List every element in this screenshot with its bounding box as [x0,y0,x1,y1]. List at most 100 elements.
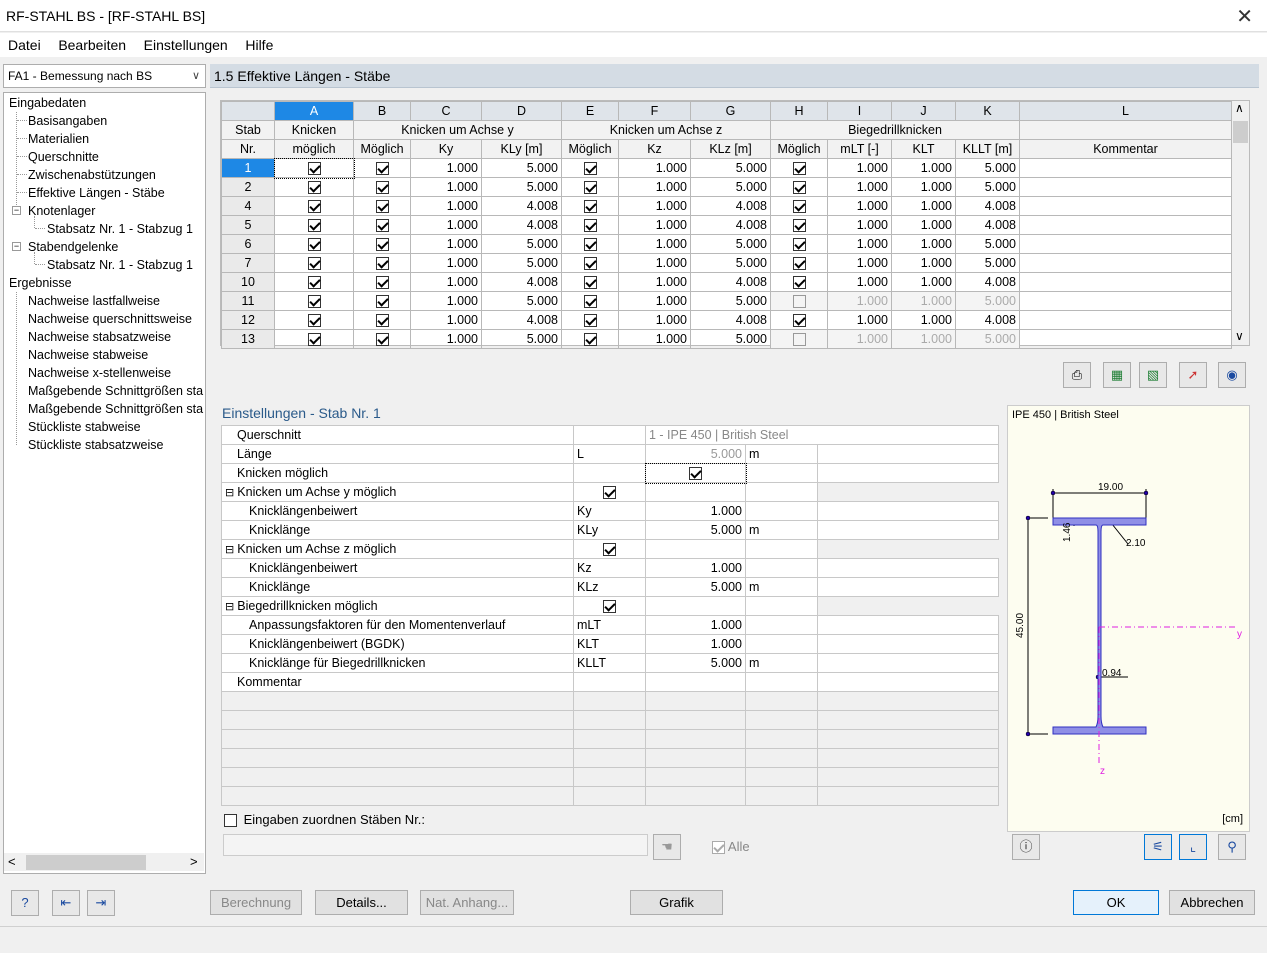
settings-value[interactable] [573,482,646,502]
cell-mlt[interactable]: 1.000 [827,329,892,349]
cell-knicken-moeglich[interactable] [274,234,354,254]
cell-kly[interactable]: 5.000 [481,234,562,254]
cell-kllt[interactable]: 4.008 [955,272,1020,292]
cell-kllt[interactable]: 5.000 [955,234,1020,254]
checkbox[interactable] [792,181,806,195]
settings-value[interactable]: 1.000 [645,558,746,578]
tree-item-result[interactable]: Stückliste stabsatzweise [28,438,163,452]
checkbox[interactable] [792,238,806,252]
assign-members-input[interactable] [223,834,648,856]
cell-kllt[interactable]: 5.000 [955,329,1020,349]
checkbox[interactable] [583,276,597,290]
checkbox[interactable] [375,314,389,328]
cell-z-moeglich[interactable] [561,291,619,311]
collapse-icon[interactable]: − [12,242,21,251]
collapse-icon[interactable]: ⊟ [225,487,237,499]
col-letter[interactable]: J [891,101,956,121]
cell-kly[interactable]: 4.008 [481,310,562,330]
cell-bgdk-moeglich[interactable] [770,234,828,254]
checkbox[interactable] [583,219,597,233]
excel-export-icon[interactable]: ▦ [1103,362,1131,388]
settings-row[interactable]: Kommentar [221,672,999,692]
cell-kly[interactable]: 5.000 [481,291,562,311]
settings-row[interactable]: Knicklänge für Biegedrillknicken KLLT 5.00… [221,653,999,673]
cell-z-moeglich[interactable] [561,158,619,178]
cell-knicken-moeglich[interactable] [274,196,354,216]
cell-kz[interactable]: 1.000 [618,215,691,235]
cell-knicken-moeglich[interactable] [274,215,354,235]
zoom-fit-icon[interactable]: ⚲ [1218,834,1246,860]
cell-knicken-moeglich[interactable] [274,329,354,349]
abbrechen-button[interactable]: Abbrechen [1169,890,1255,915]
case-select[interactable]: FA1 - Bemessung nach BS ∨ [3,64,206,88]
info-icon[interactable]: ⓘ [1012,834,1040,860]
tree-item-result[interactable]: Stückliste stabweise [28,420,141,434]
cell-kommentar[interactable] [1019,291,1232,311]
checkbox[interactable] [307,162,321,176]
checkbox[interactable] [603,600,616,614]
cell-kz[interactable]: 1.000 [618,310,691,330]
checkbox[interactable] [375,219,389,233]
cell-ky[interactable]: 1.000 [410,253,482,273]
settings-value[interactable] [573,539,646,559]
cell-z-moeglich[interactable] [561,253,619,273]
tree-item-result[interactable]: Maßgebende Schnittgrößen sta [28,384,203,398]
cell-kllt[interactable]: 4.008 [955,215,1020,235]
alle-checkbox[interactable] [712,841,725,855]
col-letter[interactable]: I [827,101,892,121]
cell-bgdk-moeglich[interactable] [770,158,828,178]
cell-z-moeglich[interactable] [561,177,619,197]
checkbox[interactable] [307,219,321,233]
cell-bgdk-moeglich[interactable] [770,177,828,197]
cell-klz[interactable]: 5.000 [690,253,771,273]
settings-value[interactable]: 5.000 [645,653,746,673]
cell-mlt[interactable]: 1.000 [827,291,892,311]
cell-klz[interactable]: 5.000 [690,291,771,311]
row-number[interactable]: 11 [221,291,275,311]
checkbox[interactable] [375,295,389,309]
cell-kz[interactable]: 1.000 [618,234,691,254]
print-icon[interactable]: ⎙ [1063,362,1091,388]
cell-mlt[interactable]: 1.000 [827,310,892,330]
checkbox[interactable] [583,200,597,214]
cell-klz[interactable]: 4.008 [690,310,771,330]
settings-row[interactable]: Anpassungsfaktoren für den Momentenverla… [221,615,999,635]
tree-item-result[interactable]: Nachweise lastfallweise [28,294,160,308]
cell-kly[interactable]: 4.008 [481,196,562,216]
checkbox[interactable] [792,200,806,214]
menu-hilfe[interactable]: Hilfe [245,37,273,53]
tree-item-knotenlager-stabsatz[interactable]: Stabsatz Nr. 1 - Stabzug 1 [47,222,193,236]
cell-kz[interactable]: 1.000 [618,291,691,311]
cell-kllt[interactable]: 4.008 [955,310,1020,330]
row-number[interactable]: 10 [221,272,275,292]
berechnung-button[interactable]: Berechnung [210,890,302,915]
cell-ky[interactable]: 1.000 [410,215,482,235]
col-letter[interactable]: K [955,101,1020,121]
table-row[interactable]: 10 1.000 4.008 1.000 4.008 1.000 1.000 4.008 [221,272,1232,292]
cell-mlt[interactable]: 1.000 [827,272,892,292]
cell-bgdk-moeglich[interactable] [770,272,828,292]
settings-value[interactable]: 1.000 [645,501,746,521]
settings-value[interactable]: 1.000 [645,615,746,635]
checkbox[interactable] [792,333,806,347]
col-letter[interactable]: H [770,101,828,121]
cell-klt[interactable]: 1.000 [891,234,956,254]
cell-knicken-moeglich[interactable] [273,157,355,179]
tree-item-zwischenabstuetzungen[interactable]: Zwischenabstützungen [28,168,156,182]
collapse-icon[interactable]: ⊟ [225,601,237,613]
cell-kommentar[interactable] [1019,253,1232,273]
cell-y-moeglich[interactable] [353,177,411,197]
cell-bgdk-moeglich[interactable] [770,291,828,311]
col-letter[interactable]: B [353,101,411,121]
collapse-icon[interactable]: − [12,206,21,215]
settings-value[interactable]: 1.000 [645,634,746,654]
settings-value[interactable] [644,462,747,484]
checkbox[interactable] [375,257,389,271]
cell-kllt[interactable]: 5.000 [955,291,1020,311]
cell-kz[interactable]: 1.000 [618,158,691,178]
cell-knicken-moeglich[interactable] [274,177,354,197]
checkbox[interactable] [583,333,597,347]
table-row[interactable]: 4 1.000 4.008 1.000 4.008 1.000 1.000 4.008 [221,196,1232,216]
checkbox[interactable] [583,238,597,252]
checkbox[interactable] [375,200,389,214]
